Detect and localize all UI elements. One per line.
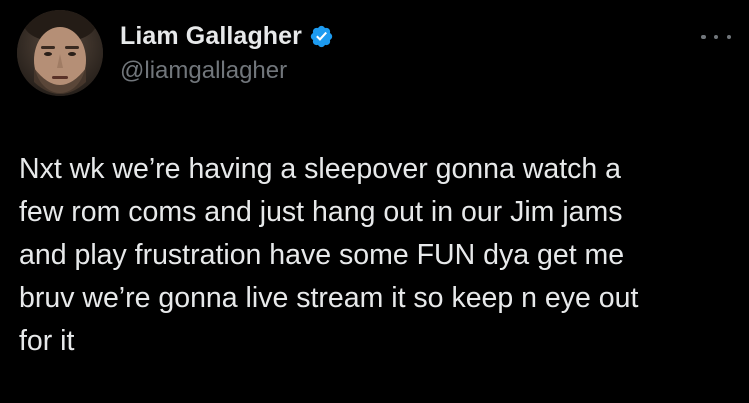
more-dot <box>701 34 706 40</box>
verified-badge-icon <box>309 24 334 49</box>
more-dot <box>726 34 731 40</box>
tweet-card: Liam Gallagher @liamgallagher Nxt wk we’… <box>0 0 749 403</box>
author-display-name[interactable]: Liam Gallagher <box>120 22 302 51</box>
author-name-row: Liam Gallagher <box>120 22 334 51</box>
tweet-text: Nxt wk we’re having a sleepover gonna wa… <box>19 148 731 363</box>
tweet-text-line: Nxt wk we’re having a sleepover gonna wa… <box>19 153 621 185</box>
tweet-text-line: bruv we’re gonna live stream it so keep … <box>19 282 639 314</box>
tweet-text-line: few rom coms and just hang out in our Ji… <box>19 196 623 228</box>
avatar[interactable] <box>17 10 103 96</box>
tweet-text-line: for it <box>19 325 75 357</box>
author-handle[interactable]: @liamgallagher <box>120 57 287 85</box>
avatar-image <box>17 10 103 96</box>
more-dot <box>713 34 719 40</box>
more-options-icon[interactable] <box>701 30 731 44</box>
tweet-text-line: and play frustration have some FUN dya g… <box>19 239 625 271</box>
